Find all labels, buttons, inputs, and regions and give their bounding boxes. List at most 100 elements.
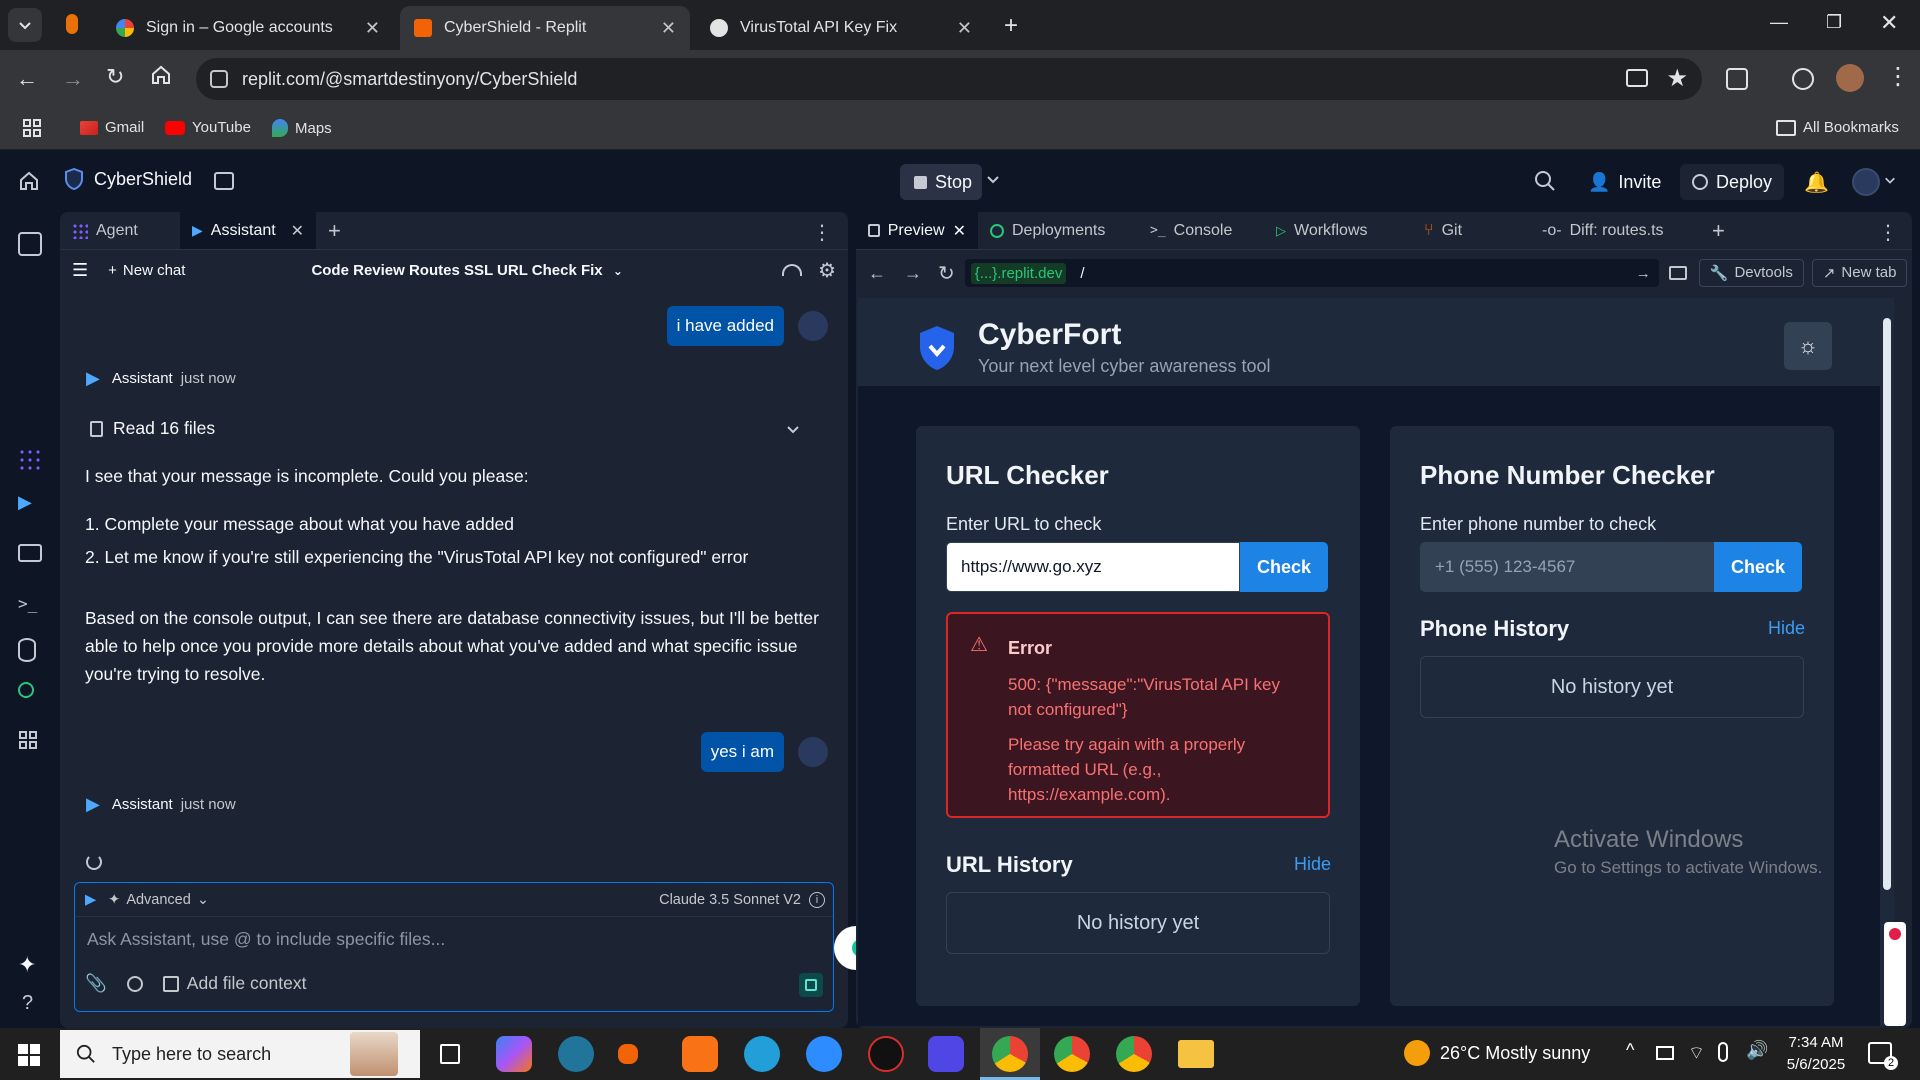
tab-search-button[interactable] [8,8,42,42]
bookmark-youtube[interactable]: YouTube [165,119,251,136]
arrow-right-icon[interactable]: → [1636,265,1651,282]
tab-preview[interactable]: Preview ✕ [856,212,978,249]
theme-toggle-button[interactable]: ☼ [1784,322,1832,370]
back-button[interactable]: ← [16,66,38,92]
info-icon[interactable]: i [809,891,825,908]
profile-avatar[interactable] [1836,64,1864,92]
all-bookmarks[interactable]: All Bookmarks [1776,119,1899,136]
clock[interactable]: 7:34 AM 5/6/2025 [1770,1032,1862,1076]
wifi-icon[interactable]: ⌔ [1688,1042,1705,1065]
chrome-icon[interactable] [992,1036,1028,1072]
advanced-mode-toggle[interactable]: ✦ Advanced ⌄ [108,892,209,908]
volume-icon[interactable]: 🔊 [1746,1040,1768,1061]
check-phone-button[interactable]: Check [1714,542,1802,592]
new-tab-button[interactable]: + [1004,12,1018,40]
notification-center[interactable]: 2 [1868,1042,1898,1070]
preview-url-bar[interactable]: {...}.replit.dev / → [964,259,1659,287]
device-icon[interactable] [1668,266,1687,280]
agent-icon[interactable] [18,448,42,472]
task-view-icon[interactable] [440,1044,460,1064]
file-tree-icon[interactable] [18,232,42,256]
close-icon[interactable]: ✕ [953,221,966,241]
add-tab-button[interactable]: + [1700,212,1737,249]
tab-diff[interactable]: -o- Diff: routes.ts [1530,212,1700,249]
site-info-icon[interactable] [210,70,228,88]
tab-workflows[interactable]: ▷ Workflows [1264,212,1412,249]
pinned-tab-icon[interactable] [66,14,78,34]
attach-icon[interactable]: 📎 [85,973,107,994]
browser-tab-google-signin[interactable]: Sign in – Google accounts ✕ [102,6,394,50]
tab-git[interactable]: ⑂ Git [1412,212,1530,249]
chrome-icon[interactable] [1054,1036,1090,1072]
sparkle-icon[interactable]: ✦ [18,952,42,977]
database-icon[interactable] [18,638,36,662]
new-tab-button[interactable]: ↗ New tab [1811,259,1908,287]
read-files-summary[interactable]: Read 16 files [90,418,830,439]
close-window-button[interactable]: ✕ [1880,10,1898,36]
new-chat-button[interactable]: + New chat [108,262,185,279]
apps-icon[interactable] [22,118,42,138]
sync-icon[interactable] [1792,68,1814,90]
taskbar-search[interactable]: Type here to search [60,1030,420,1078]
chat-title[interactable]: Code Review Routes SSL URL Check Fix ⌄ [311,262,622,279]
chat-history-icon[interactable]: ☰ [72,260,88,281]
home-button[interactable] [150,64,172,86]
forward-button[interactable]: → [62,66,84,92]
close-icon[interactable]: ✕ [957,18,972,39]
search-button[interactable] [1534,170,1556,192]
preview-scrollbar[interactable] [1880,298,1894,1026]
all-tools-icon[interactable] [18,730,42,754]
reload-button[interactable]: ↻ [106,64,124,90]
deploy-button[interactable]: Deploy [1680,164,1785,200]
home-button[interactable] [18,170,40,192]
help-icon[interactable]: ? [18,992,42,1016]
hide-url-history-link[interactable]: Hide [1294,854,1331,875]
close-icon[interactable]: ✕ [291,221,304,241]
add-tab-button[interactable]: + [316,212,353,249]
install-app-icon[interactable] [1626,69,1648,87]
tray-icon[interactable] [1656,1046,1674,1060]
settings-gear-icon[interactable]: ⚙ [818,258,836,283]
user-avatar[interactable] [1852,168,1880,196]
pane-menu-icon[interactable]: ⋮ [1864,212,1912,249]
app-icon[interactable] [682,1036,718,1072]
copilot-icon[interactable] [496,1036,532,1072]
stop-button[interactable]: Stop [900,164,982,200]
invite-button[interactable]: 👤 Invite [1580,164,1669,200]
reload-icon[interactable]: ↻ [938,261,955,286]
pane-menu-icon[interactable]: ⋮ [796,212,848,249]
weather-widget[interactable]: 26°C Mostly sunny [1404,1040,1590,1066]
forward-icon[interactable]: → [904,263,922,284]
devtools-button[interactable]: 🔧 Devtools [1698,259,1804,287]
bookmark-maps[interactable]: Maps [272,119,332,137]
app-icon[interactable] [928,1036,964,1072]
url-input[interactable]: https://www.go.xyz [946,542,1240,592]
address-bar[interactable]: replit.com/@smartdestinyony/CyberShield … [196,58,1702,100]
scrollbar-thumb[interactable] [1883,318,1891,890]
chat-input[interactable]: Ask Assistant, use @ to include specific… [87,929,445,950]
restore-button[interactable]: ❐ [1826,12,1842,33]
close-icon[interactable]: ✕ [365,18,380,39]
wordpress-icon[interactable] [558,1036,594,1072]
tab-deployments[interactable]: Deployments [978,212,1138,249]
phone-input[interactable]: +1 (555) 123-4567 [1420,542,1714,592]
notifications-button[interactable]: 🔔 [1804,170,1829,195]
extensions-icon[interactable] [1726,68,1748,90]
console-icon[interactable]: >_ [18,594,42,618]
bookmark-gmail[interactable]: Gmail [80,119,144,136]
send-button[interactable] [799,973,823,997]
close-icon[interactable]: ✕ [661,18,676,39]
chrome-icon[interactable] [1116,1036,1152,1072]
hide-phone-history-link[interactable]: Hide [1768,618,1805,639]
project-switcher[interactable]: CyberShield [64,168,192,190]
project-info-icon[interactable] [214,172,234,190]
browser-tab-virustotal[interactable]: VirusTotal API Key Fix ✕ [696,6,986,50]
bookmark-star-icon[interactable]: ★ [1666,64,1688,93]
zoom-icon[interactable] [806,1036,842,1072]
usage-gauge-icon[interactable] [782,264,803,276]
assistant-icon[interactable]: ▶ [18,492,42,516]
run-options-dropdown[interactable] [986,172,1000,186]
tab-console[interactable]: >_ Console [1138,212,1264,249]
minimize-button[interactable]: — [1770,12,1788,33]
deployments-icon[interactable] [18,682,34,698]
